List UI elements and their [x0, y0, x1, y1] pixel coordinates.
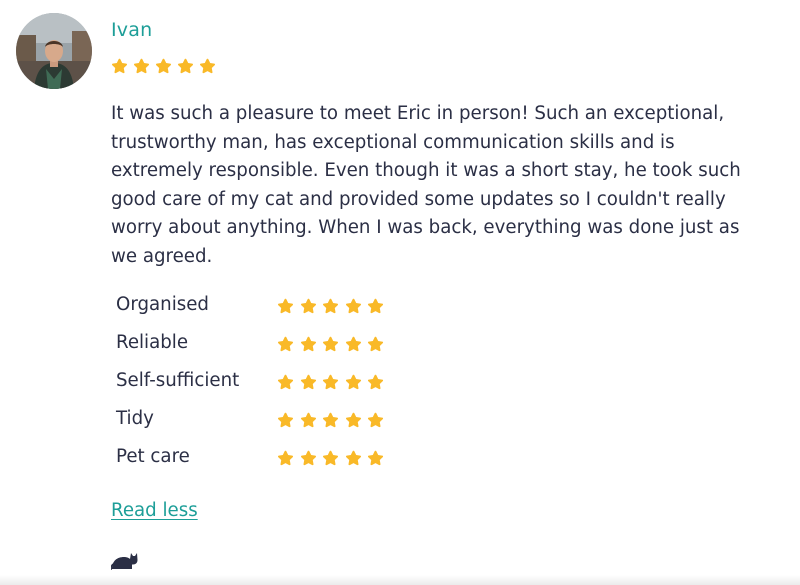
star-icon: [277, 374, 294, 390]
star-icon: [155, 58, 172, 74]
rating-stars: [276, 449, 385, 468]
star-icon: [322, 298, 339, 314]
star-icon: [111, 58, 128, 74]
star-icon: [300, 450, 316, 466]
cat-icon: [110, 548, 139, 570]
star-icon: [367, 336, 384, 352]
review-card: Ivan It was such a pleasure to meet Eric…: [0, 0, 800, 585]
bottom-divider: [0, 575, 800, 585]
review-text: It was such a pleasure to meet Eric in p…: [111, 103, 741, 267]
star-icon: [199, 58, 216, 74]
star-icon: [300, 374, 316, 390]
star-icon: [277, 336, 294, 352]
star-icon: [345, 298, 361, 314]
rating-stars: [276, 335, 385, 354]
star-icon: [367, 298, 384, 314]
rating-label: Self-sufficient: [116, 370, 240, 391]
star-icon: [367, 412, 384, 428]
star-icon: [345, 374, 361, 390]
rating-label: Pet care: [116, 446, 190, 467]
star-icon: [345, 336, 361, 352]
star-icon: [277, 450, 294, 466]
avatar[interactable]: [16, 13, 92, 89]
rating-row-pet-care: Pet care: [116, 444, 416, 474]
read-less-link[interactable]: Read less: [111, 500, 198, 521]
star-icon: [177, 58, 194, 74]
rating-row-organised: Organised: [116, 292, 416, 322]
overall-rating-stars: [110, 57, 217, 76]
star-icon: [300, 298, 316, 314]
reviewer-name: Ivan: [111, 19, 153, 41]
rating-label: Reliable: [116, 332, 189, 353]
star-icon: [322, 412, 339, 428]
rating-label: Organised: [116, 294, 209, 315]
star-icon: [300, 336, 316, 352]
star-icon: [367, 374, 384, 390]
rating-stars: [276, 297, 385, 316]
star-icon: [277, 412, 294, 428]
star-icon: [322, 336, 339, 352]
star-icon: [300, 412, 316, 428]
rating-stars: [276, 373, 385, 392]
rating-stars: [276, 411, 385, 430]
star-icon: [133, 58, 150, 74]
rating-row-self-sufficient: Self-sufficient: [116, 368, 416, 398]
star-icon: [322, 374, 339, 390]
star-icon: [345, 450, 361, 466]
star-icon: [277, 298, 294, 314]
rating-row-tidy: Tidy: [116, 406, 416, 436]
star-icon: [345, 412, 361, 428]
star-icon: [322, 450, 339, 466]
rating-label: Tidy: [116, 408, 154, 429]
rating-row-reliable: Reliable: [116, 330, 416, 360]
star-icon: [367, 450, 384, 466]
